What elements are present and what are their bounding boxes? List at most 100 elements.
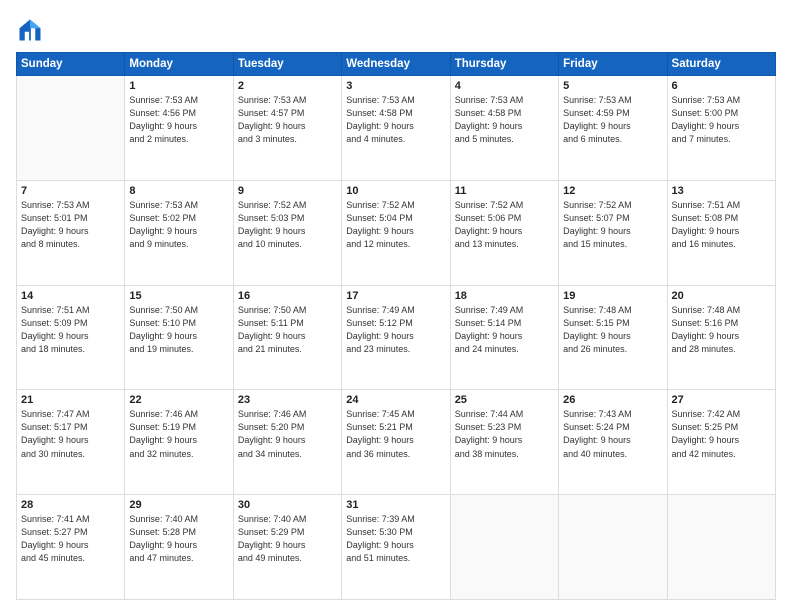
day-number: 26 [563, 394, 662, 406]
calendar-cell: 6 Sunrise: 7:53 AMSunset: 5:00 PMDaylight… [667, 76, 775, 181]
day-info: Sunrise: 7:53 AMSunset: 5:00 PMDaylight:… [672, 94, 771, 146]
day-info: Sunrise: 7:52 AMSunset: 5:06 PMDaylight:… [455, 199, 554, 251]
calendar-cell: 3 Sunrise: 7:53 AMSunset: 4:58 PMDaylight… [342, 76, 450, 181]
day-number: 28 [21, 499, 120, 511]
calendar-cell [450, 495, 558, 600]
day-number: 18 [455, 290, 554, 302]
day-number: 4 [455, 80, 554, 92]
day-number: 30 [238, 499, 337, 511]
calendar-cell: 14 Sunrise: 7:51 AMSunset: 5:09 PMDayligh… [17, 285, 125, 390]
calendar-cell: 15Sunrise: 7:50 AMSunset: 5:10 PMDayligh… [125, 285, 233, 390]
day-number: 17 [346, 290, 445, 302]
day-info: Sunrise: 7:42 AMSunset: 5:25 PMDaylight:… [672, 408, 771, 460]
day-info: Sunrise: 7:49 AMSunset: 5:12 PMDaylight:… [346, 304, 445, 356]
day-number: 29 [129, 499, 228, 511]
calendar-cell: 12Sunrise: 7:52 AMSunset: 5:07 PMDayligh… [559, 180, 667, 285]
day-info: Sunrise: 7:53 AMSunset: 4:59 PMDaylight:… [563, 94, 662, 146]
day-number: 6 [672, 80, 771, 92]
header [16, 16, 776, 44]
day-number: 22 [129, 394, 228, 406]
weekday-sunday: Sunday [17, 53, 125, 76]
calendar-cell: 18 Sunrise: 7:49 AMSunset: 5:14 PMDayligh… [450, 285, 558, 390]
weekday-wednesday: Wednesday [342, 53, 450, 76]
calendar-cell [559, 495, 667, 600]
calendar-week-2: 14 Sunrise: 7:51 AMSunset: 5:09 PMDayligh… [17, 285, 776, 390]
day-info: Sunrise: 7:53 AMSunset: 4:58 PMDaylight:… [455, 94, 554, 146]
day-number: 12 [563, 185, 662, 197]
day-number: 10 [346, 185, 445, 197]
calendar-cell: 23 Sunrise: 7:46 AMSunset: 5:20 PMDayligh… [233, 390, 341, 495]
calendar-cell: 27 Sunrise: 7:42 AMSunset: 5:25 PMDayligh… [667, 390, 775, 495]
calendar-cell: 9 Sunrise: 7:52 AMSunset: 5:03 PMDaylight… [233, 180, 341, 285]
day-number: 20 [672, 290, 771, 302]
day-number: 5 [563, 80, 662, 92]
day-info: Sunrise: 7:44 AMSunset: 5:23 PMDaylight:… [455, 408, 554, 460]
weekday-monday: Monday [125, 53, 233, 76]
page: SundayMondayTuesdayWednesdayThursdayFrid… [0, 0, 792, 612]
day-number: 19 [563, 290, 662, 302]
day-info: Sunrise: 7:46 AMSunset: 5:20 PMDaylight:… [238, 408, 337, 460]
day-info: Sunrise: 7:43 AMSunset: 5:24 PMDaylight:… [563, 408, 662, 460]
day-info: Sunrise: 7:49 AMSunset: 5:14 PMDaylight:… [455, 304, 554, 356]
day-number: 24 [346, 394, 445, 406]
day-number: 2 [238, 80, 337, 92]
calendar-cell: 17 Sunrise: 7:49 AMSunset: 5:12 PMDayligh… [342, 285, 450, 390]
weekday-friday: Friday [559, 53, 667, 76]
calendar-cell: 28 Sunrise: 7:41 AMSunset: 5:27 PMDayligh… [17, 495, 125, 600]
calendar-cell: 16 Sunrise: 7:50 AMSunset: 5:11 PMDayligh… [233, 285, 341, 390]
day-number: 13 [672, 185, 771, 197]
calendar-cell: 24 Sunrise: 7:45 AMSunset: 5:21 PMDayligh… [342, 390, 450, 495]
day-info: Sunrise: 7:40 AMSunset: 5:28 PMDaylight:… [129, 513, 228, 565]
day-info: Sunrise: 7:51 AMSunset: 5:09 PMDaylight:… [21, 304, 120, 356]
logo [16, 16, 48, 44]
calendar-cell [17, 76, 125, 181]
day-info: Sunrise: 7:39 AMSunset: 5:30 PMDaylight:… [346, 513, 445, 565]
day-number: 16 [238, 290, 337, 302]
calendar-cell: 10 Sunrise: 7:52 AMSunset: 5:04 PMDayligh… [342, 180, 450, 285]
calendar-cell: 11Sunrise: 7:52 AMSunset: 5:06 PMDayligh… [450, 180, 558, 285]
day-number: 23 [238, 394, 337, 406]
day-info: Sunrise: 7:52 AMSunset: 5:04 PMDaylight:… [346, 199, 445, 251]
day-info: Sunrise: 7:41 AMSunset: 5:27 PMDaylight:… [21, 513, 120, 565]
day-info: Sunrise: 7:53 AMSunset: 5:01 PMDaylight:… [21, 199, 120, 251]
logo-icon [16, 16, 44, 44]
day-number: 14 [21, 290, 120, 302]
calendar-cell: 1 Sunrise: 7:53 AMSunset: 4:56 PMDaylight… [125, 76, 233, 181]
calendar-cell: 25 Sunrise: 7:44 AMSunset: 5:23 PMDayligh… [450, 390, 558, 495]
day-info: Sunrise: 7:46 AMSunset: 5:19 PMDaylight:… [129, 408, 228, 460]
day-info: Sunrise: 7:52 AMSunset: 5:03 PMDaylight:… [238, 199, 337, 251]
day-info: Sunrise: 7:47 AMSunset: 5:17 PMDaylight:… [21, 408, 120, 460]
weekday-tuesday: Tuesday [233, 53, 341, 76]
day-info: Sunrise: 7:45 AMSunset: 5:21 PMDaylight:… [346, 408, 445, 460]
day-number: 8 [129, 185, 228, 197]
day-info: Sunrise: 7:40 AMSunset: 5:29 PMDaylight:… [238, 513, 337, 565]
day-info: Sunrise: 7:53 AMSunset: 5:02 PMDaylight:… [129, 199, 228, 251]
calendar-cell: 7Sunrise: 7:53 AMSunset: 5:01 PMDaylight… [17, 180, 125, 285]
day-number: 15 [129, 290, 228, 302]
calendar-cell: 5 Sunrise: 7:53 AMSunset: 4:59 PMDaylight… [559, 76, 667, 181]
day-number: 25 [455, 394, 554, 406]
calendar-cell: 26 Sunrise: 7:43 AMSunset: 5:24 PMDayligh… [559, 390, 667, 495]
weekday-header-row: SundayMondayTuesdayWednesdayThursdayFrid… [17, 53, 776, 76]
weekday-thursday: Thursday [450, 53, 558, 76]
day-info: Sunrise: 7:51 AMSunset: 5:08 PMDaylight:… [672, 199, 771, 251]
calendar-cell: 4 Sunrise: 7:53 AMSunset: 4:58 PMDaylight… [450, 76, 558, 181]
calendar-cell: 30 Sunrise: 7:40 AMSunset: 5:29 PMDayligh… [233, 495, 341, 600]
day-info: Sunrise: 7:53 AMSunset: 4:58 PMDaylight:… [346, 94, 445, 146]
day-number: 3 [346, 80, 445, 92]
day-number: 27 [672, 394, 771, 406]
day-info: Sunrise: 7:48 AMSunset: 5:16 PMDaylight:… [672, 304, 771, 356]
calendar-cell: 21 Sunrise: 7:47 AMSunset: 5:17 PMDayligh… [17, 390, 125, 495]
day-number: 31 [346, 499, 445, 511]
day-info: Sunrise: 7:50 AMSunset: 5:11 PMDaylight:… [238, 304, 337, 356]
calendar-week-3: 21 Sunrise: 7:47 AMSunset: 5:17 PMDayligh… [17, 390, 776, 495]
calendar-cell: 29 Sunrise: 7:40 AMSunset: 5:28 PMDayligh… [125, 495, 233, 600]
day-number: 9 [238, 185, 337, 197]
calendar-cell: 22 Sunrise: 7:46 AMSunset: 5:19 PMDayligh… [125, 390, 233, 495]
calendar-cell [667, 495, 775, 600]
calendar-table: SundayMondayTuesdayWednesdayThursdayFrid… [16, 52, 776, 600]
calendar-week-4: 28 Sunrise: 7:41 AMSunset: 5:27 PMDayligh… [17, 495, 776, 600]
day-info: Sunrise: 7:53 AMSunset: 4:56 PMDaylight:… [129, 94, 228, 146]
day-number: 1 [129, 80, 228, 92]
day-number: 21 [21, 394, 120, 406]
